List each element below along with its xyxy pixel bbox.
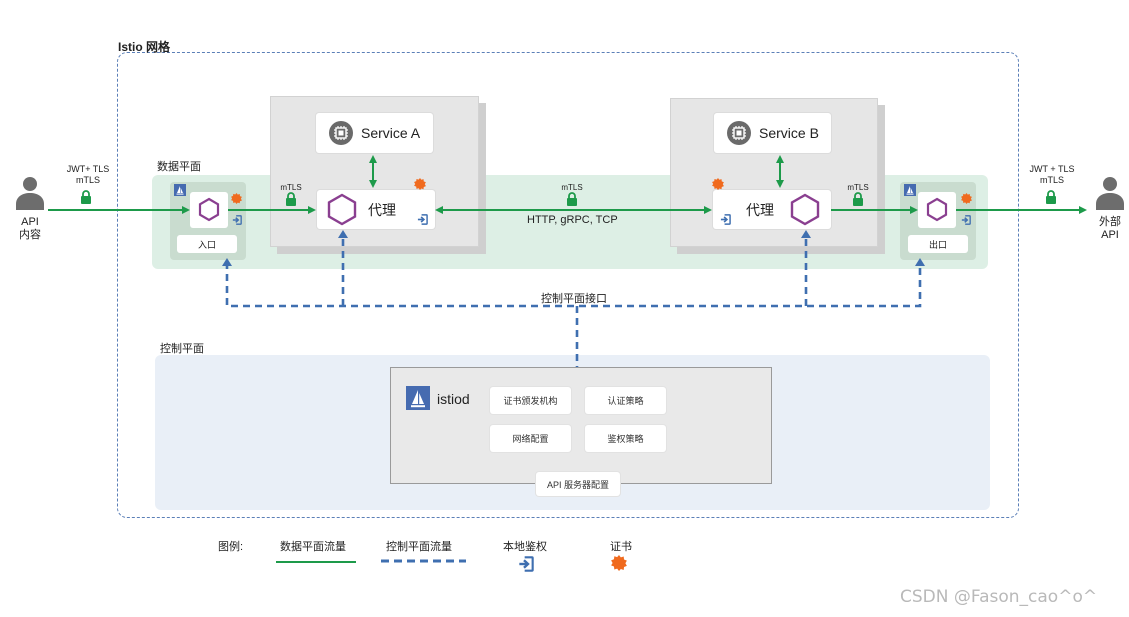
internal-auth-line1: JWT+ TLS [66, 164, 110, 174]
external-client-line2: API [1101, 229, 1119, 241]
internal-client-label: API 内容 [10, 216, 50, 242]
external-auth-label: JWT + TLS mTLS [1021, 164, 1083, 186]
control-arrow-egress [915, 258, 925, 266]
watermark: CSDN @Fason_cao^o^ [900, 587, 1098, 607]
flow-connections [48, 155, 1087, 367]
legend-local-auth-label: 本地鉴权 [503, 541, 547, 553]
istio-sail-icon [406, 386, 430, 410]
internal-client-line2: 内容 [19, 229, 41, 241]
external-auth-line2: mTLS [1039, 175, 1064, 185]
lock-icon [80, 190, 92, 204]
lock-icon [566, 192, 578, 206]
control-plane-api-label: 控制平面接口 [541, 293, 607, 305]
legend-data-flow-label: 数据平面流量 [280, 541, 346, 553]
legend-title: 图例: [218, 541, 244, 553]
legend-control-flow-line [381, 559, 466, 563]
traffic-protocols-label: HTTP, gRPC, TCP [527, 214, 618, 226]
internal-auth-line2: mTLS [75, 175, 100, 185]
istiod-title: istiod [437, 391, 470, 407]
lock-icon [1045, 190, 1057, 204]
internal-auth-label: JWT+ TLS mTLS [58, 164, 118, 186]
certificate-icon [611, 555, 627, 571]
istiod-feature-authn[interactable]: 认证策略 [585, 387, 666, 414]
istiod-api-config[interactable]: API 服务器配置 [536, 472, 620, 496]
istiod-feature-ca[interactable]: 证书颁发机构 [490, 387, 571, 414]
control-arrow-service-a [338, 230, 348, 238]
external-auth-line1: JWT + TLS [1029, 164, 1075, 174]
external-client-label: 外部 API [1090, 216, 1129, 242]
legend-certificate-label: 证书 [610, 541, 632, 553]
lock-icon [285, 192, 297, 206]
istiod-box[interactable] [390, 367, 772, 484]
local-auth-icon [518, 556, 534, 572]
control-arrow-service-b [801, 230, 811, 238]
control-arrow-ingress [222, 258, 232, 266]
external-client-line1: 外部 [1099, 216, 1121, 228]
person-icon [15, 176, 45, 210]
istiod-feature-authz[interactable]: 鉴权策略 [585, 425, 666, 452]
legend-data-flow-line [276, 561, 356, 563]
legend-control-flow-label: 控制平面流量 [386, 541, 452, 553]
person-icon [1095, 176, 1125, 210]
internal-client-line1: API [21, 216, 39, 228]
istiod-feature-network[interactable]: 网络配置 [490, 425, 571, 452]
lock-icon [852, 192, 864, 206]
